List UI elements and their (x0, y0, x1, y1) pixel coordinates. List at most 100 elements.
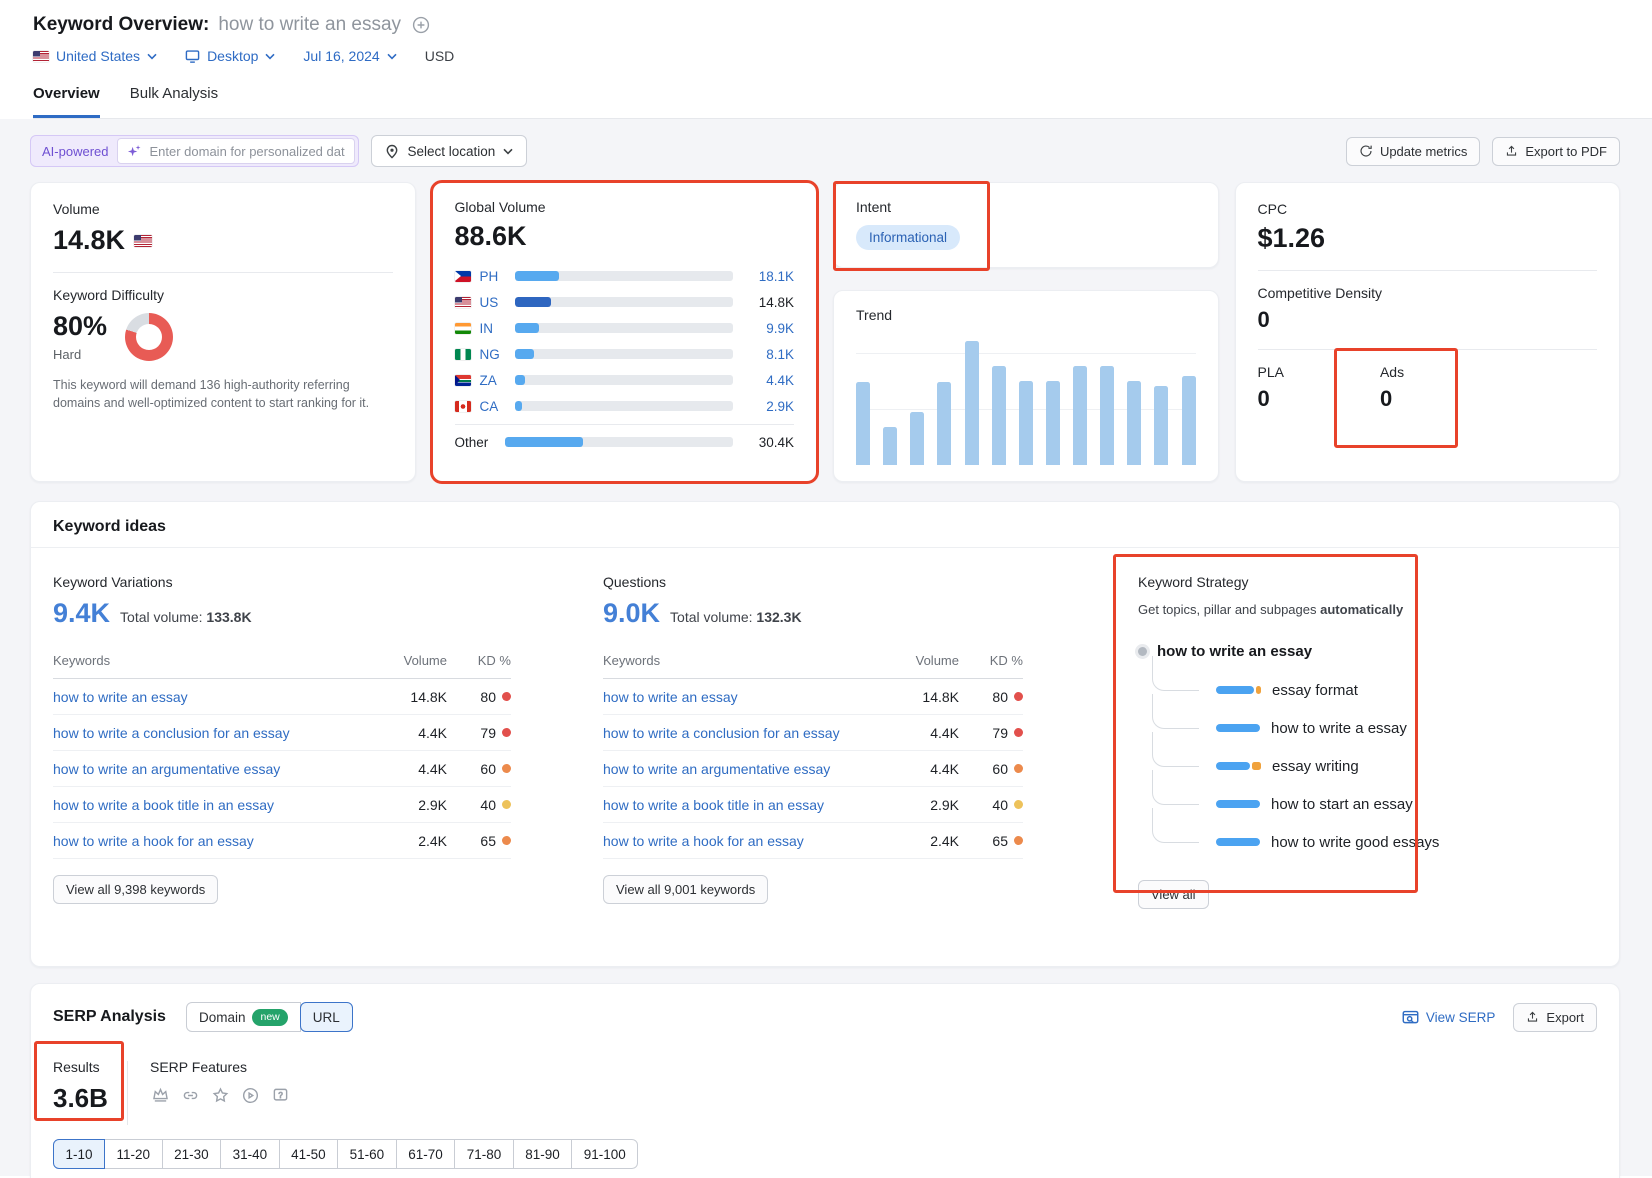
page-range-button[interactable]: 11-20 (104, 1139, 163, 1169)
keyword-link[interactable]: how to write an argumentative essay (603, 761, 897, 777)
keyword-link[interactable]: how to write a conclusion for an essay (53, 725, 385, 741)
strategy-child[interactable]: how to start an essay (1216, 796, 1578, 812)
strategy-child-label: essay writing (1272, 758, 1359, 775)
trend-bars (856, 337, 1196, 465)
country-volume-bar (515, 271, 734, 281)
view-serp-label: View SERP (1426, 1010, 1496, 1025)
keyword-variations-label: Keyword Variations (53, 574, 511, 590)
questions-label: Questions (603, 574, 1023, 590)
add-keyword-icon[interactable] (412, 16, 430, 34)
trend-bar (1154, 386, 1168, 465)
strategy-child[interactable]: essay format (1216, 682, 1578, 698)
export-to-pdf-button[interactable]: Export to PDF (1492, 137, 1620, 166)
keyword-link[interactable]: how to write an essay (603, 689, 897, 705)
country-code-link[interactable]: NG (480, 347, 506, 362)
keywords-header: Keywords (53, 653, 385, 668)
country-volume-value[interactable]: 8.1K (742, 347, 794, 362)
star-icon (210, 1085, 231, 1106)
keyword-link[interactable]: how to write a book title in an essay (603, 797, 897, 813)
export-button[interactable]: Export (1513, 1003, 1597, 1032)
variations-total: Total volume: 133.8K (120, 609, 252, 625)
view-all-strategy-button[interactable]: View all (1138, 880, 1209, 909)
divider (53, 272, 393, 273)
toggle-domain[interactable]: Domain new (186, 1002, 301, 1032)
country-code-link[interactable]: PH (480, 269, 506, 284)
country-volume-bar (515, 349, 734, 359)
keyword-kd: 40 (959, 797, 1023, 813)
export-to-pdf-label: Export to PDF (1525, 144, 1607, 159)
page-title: Keyword Overview: (33, 14, 209, 36)
country-code-link[interactable]: CA (480, 399, 506, 414)
page-range-button[interactable]: 41-50 (279, 1139, 339, 1169)
page-range-button[interactable]: 1-10 (53, 1139, 105, 1169)
tab-overview[interactable]: Overview (33, 85, 100, 118)
country-volume-value: 14.8K (742, 295, 794, 310)
view-serp-link[interactable]: View SERP (1402, 1010, 1496, 1025)
date-filter[interactable]: Jul 16, 2024 (303, 48, 396, 64)
country-code-link[interactable]: ZA (480, 373, 506, 388)
kd-dot (502, 800, 511, 809)
location-select[interactable]: Select location (371, 135, 527, 167)
page-range-button[interactable]: 51-60 (337, 1139, 397, 1169)
trend-bar (965, 341, 979, 465)
page-range-button[interactable]: 71-80 (454, 1139, 514, 1169)
device-filter[interactable]: Desktop (185, 48, 275, 64)
keywords-header: Keywords (603, 653, 897, 668)
toggle-url[interactable]: URL (300, 1002, 353, 1032)
keyword-strategy-label: Keyword Strategy (1138, 574, 1578, 590)
keyword-volume: 2.4K (385, 833, 447, 849)
table-header: Keywords Volume KD % (603, 653, 1023, 679)
country-volume-value[interactable]: 4.4K (742, 373, 794, 388)
keyword-link[interactable]: how to write a book title in an essay (53, 797, 385, 813)
in-flag-icon (455, 323, 471, 334)
keyword-link[interactable]: how to write a hook for an essay (603, 833, 897, 849)
intent-trend-column: Intent Informational Trend (833, 182, 1219, 482)
view-all-questions-button[interactable]: View all 9,001 keywords (603, 875, 768, 904)
kd-header: KD % (447, 653, 511, 668)
chevron-down-icon (147, 53, 157, 60)
date-filter-label: Jul 16, 2024 (303, 48, 379, 64)
cpc-value: $1.26 (1258, 223, 1598, 254)
kd-note: This keyword will demand 136 high-author… (53, 376, 393, 412)
country-row: ZA 4.4K (455, 367, 795, 393)
page-keyword: how to write an essay (218, 14, 401, 36)
page-range-button[interactable]: 31-40 (220, 1139, 280, 1169)
variations-count: 9.4K (53, 598, 110, 629)
keyword-link[interactable]: how to write a hook for an essay (53, 833, 385, 849)
country-filter[interactable]: United States (33, 48, 157, 64)
keyword-link[interactable]: how to write a conclusion for an essay (603, 725, 897, 741)
country-volume-bar (515, 375, 734, 385)
country-volume-value[interactable]: 2.9K (742, 399, 794, 414)
kd-dot (502, 692, 511, 701)
kd-donut-chart (125, 313, 173, 361)
results-label: Results (53, 1059, 123, 1075)
kd-dot (1014, 800, 1023, 809)
update-metrics-button[interactable]: Update metrics (1346, 137, 1480, 166)
keyword-variations-column: Keyword Variations 9.4K Total volume: 13… (53, 574, 511, 909)
country-volume-value[interactable]: 18.1K (742, 269, 794, 284)
page-range-button[interactable]: 61-70 (396, 1139, 456, 1169)
page-range-button[interactable]: 21-30 (162, 1139, 222, 1169)
domain-input[interactable] (149, 144, 345, 159)
country-code-link[interactable]: IN (480, 321, 506, 336)
keyword-volume: 2.4K (897, 833, 959, 849)
export-icon (1526, 1010, 1539, 1024)
kd-dot (502, 728, 511, 737)
country-volume-value[interactable]: 9.9K (742, 321, 794, 336)
country-code-link[interactable]: US (480, 295, 506, 310)
view-all-variations-button[interactable]: View all 9,398 keywords (53, 875, 218, 904)
keyword-link[interactable]: how to write an essay (53, 689, 385, 705)
strategy-child[interactable]: how to write good essays (1216, 834, 1578, 850)
tab-bulk-analysis[interactable]: Bulk Analysis (130, 85, 218, 118)
table-header: Keywords Volume KD % (53, 653, 511, 679)
strategy-child[interactable]: how to write a essay (1216, 720, 1578, 736)
keyword-kd: 80 (959, 689, 1023, 705)
strategy-child[interactable]: essay writing (1216, 758, 1578, 774)
keyword-link[interactable]: how to write an argumentative essay (53, 761, 385, 777)
ca-flag-icon (455, 401, 471, 412)
page-range-button[interactable]: 81-90 (513, 1139, 573, 1169)
keyword-bar-icon (1216, 838, 1260, 846)
keyword-row: how to write a book title in an essay2.9… (53, 787, 511, 823)
keyword-ideas-title: Keyword ideas (31, 502, 1619, 548)
page-range-button[interactable]: 91-100 (571, 1139, 638, 1169)
